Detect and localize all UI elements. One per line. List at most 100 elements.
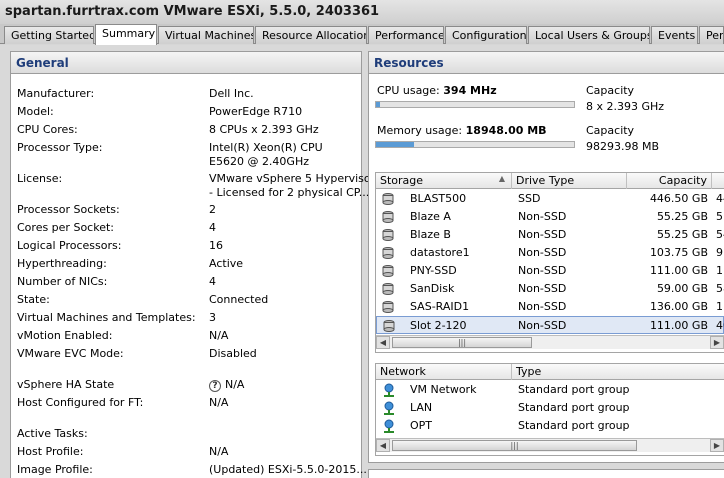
storage-name: datastore1 (410, 246, 470, 259)
tab-local-users-groups[interactable]: Local Users & Groups (528, 26, 650, 44)
datastore-icon (382, 301, 394, 313)
general-label: Processor Type: (17, 141, 103, 154)
tab-resource-allocation[interactable]: Resource Allocation (255, 26, 367, 44)
network-icon (384, 419, 394, 433)
network-name: VM Network (410, 383, 477, 396)
tab-performance[interactable]: Performance (368, 26, 444, 44)
storage-name: Blaze A (410, 210, 451, 223)
cpu-capacity-label: Capacity (586, 84, 635, 97)
storage-drive-type: Non-SSD (518, 228, 567, 241)
general-label: Processor Sockets: (17, 203, 120, 216)
table-row[interactable]: Blaze A Non-SSD 55.25 GB 51 (376, 208, 724, 226)
tab-summary[interactable]: Summary (95, 24, 157, 45)
window-title: spartan.furrtrax.com VMware ESXi, 5.5.0,… (0, 0, 724, 24)
storage-drive-type: Non-SSD (518, 319, 567, 332)
general-label: Host Profile: (17, 445, 84, 458)
general-row-vms-and-templates: Virtual Machines and Templates: 3 (17, 311, 367, 329)
tab-getting-started[interactable]: Getting Started (4, 26, 94, 44)
general-row-evc-mode: VMware EVC Mode: Disabled (17, 347, 367, 365)
list-item[interactable]: VM Network Standard port group (376, 381, 724, 399)
cpu-usage-value: 394 MHz (443, 84, 497, 97)
general-row-ha-state: vSphere HA State ? N/A (17, 378, 367, 396)
general-label: Logical Processors: (17, 239, 122, 252)
general-row-logical-processors: Logical Processors: 16 (17, 239, 367, 257)
resources-panel: Resources CPU usage: 394 MHz Capacity 8 … (368, 51, 724, 463)
memory-usage-meter (375, 141, 575, 148)
storage-free: 51 (716, 210, 724, 223)
datastore-icon (382, 229, 394, 241)
general-row-processor-type: Processor Type: Intel(R) Xeon(R) CPU E56… (17, 141, 367, 171)
table-row[interactable]: Blaze B Non-SSD 55.25 GB 54 (376, 226, 724, 244)
general-row-manufacturer: Manufacturer: Dell Inc. (17, 87, 367, 105)
tab-permissions[interactable]: Perm (699, 26, 724, 44)
storage-free: 445 (716, 192, 724, 205)
general-row-hyperthreading: Hyperthreading: Active (17, 257, 367, 275)
storage-drive-type: SSD (518, 192, 541, 205)
scroll-left-icon[interactable]: ◀ (376, 439, 390, 452)
table-row[interactable]: datastore1 Non-SSD 103.75 GB 91 (376, 244, 724, 262)
memory-usage-meter-fill (376, 142, 414, 147)
general-value: Intel(R) Xeon(R) CPU (209, 141, 323, 154)
drive-type-column-header[interactable]: Drive Type (512, 173, 627, 189)
general-value-line2: - Licensed for 2 physical CP... (209, 186, 369, 199)
network-horizontal-scrollbar[interactable]: ◀ ||| ▶ (376, 438, 724, 452)
storage-capacity: 111.00 GB (649, 319, 708, 332)
scrollbar-thumb[interactable]: ||| (392, 337, 532, 348)
general-label: Active Tasks: (17, 427, 88, 440)
network-table-header: Network Type (376, 364, 724, 380)
storage-free: 54 (716, 228, 724, 241)
storage-name: SAS-RAID1 (410, 300, 470, 313)
general-value: 4 (209, 275, 216, 288)
general-label: Model: (17, 105, 54, 118)
general-label: Hyperthreading: (17, 257, 107, 270)
storage-table-header: Storage ▲ Drive Type Capacity (376, 173, 724, 189)
table-row[interactable]: SAS-RAID1 Non-SSD 136.00 GB 118 (376, 298, 724, 316)
network-column-header[interactable]: Network (376, 364, 512, 380)
table-row-selected[interactable]: Slot 2-120 Non-SSD 111.00 GB 40 (376, 316, 724, 334)
tab-events[interactable]: Events (651, 26, 698, 44)
table-row[interactable]: BLAST500 SSD 446.50 GB 445 (376, 190, 724, 208)
general-label: License: (17, 172, 63, 185)
general-row-state: State: Connected (17, 293, 367, 311)
general-panel-title: General (11, 52, 361, 74)
general-value: N/A (225, 378, 245, 391)
storage-free: 118 (716, 300, 724, 313)
help-icon[interactable]: ? (209, 380, 221, 392)
general-label: State: (17, 293, 50, 306)
scroll-left-icon[interactable]: ◀ (376, 336, 390, 349)
storage-column-header[interactable]: Storage ▲ (376, 173, 512, 189)
storage-horizontal-scrollbar[interactable]: ◀ ||| ▶ (376, 335, 724, 349)
list-item[interactable]: OPT Standard port group (376, 417, 724, 435)
list-item[interactable]: LAN Standard port group (376, 399, 724, 417)
network-icon (384, 401, 394, 415)
tab-virtual-machines[interactable]: Virtual Machines (158, 26, 254, 44)
general-row-number-of-nics: Number of NICs: 4 (17, 275, 367, 293)
capacity-column-header[interactable]: Capacity (627, 173, 712, 189)
free-column-header[interactable] (712, 173, 724, 189)
storage-capacity: 55.25 GB (656, 210, 708, 223)
scrollbar-thumb[interactable]: ||| (392, 440, 637, 451)
storage-capacity: 446.50 GB (649, 192, 708, 205)
general-row-license: License: VMware vSphere 5 Hypervisor - L… (17, 172, 369, 202)
storage-free: 40 (716, 319, 724, 332)
storage-free: 91 (716, 246, 724, 259)
network-type: Standard port group (518, 419, 630, 432)
general-value: Active (209, 257, 244, 270)
tab-configuration[interactable]: Configuration (445, 26, 527, 44)
general-label: Manufacturer: (17, 87, 95, 100)
general-row-image-profile: Image Profile: (Updated) ESXi-5.5.0-2015… (17, 463, 367, 478)
cpu-usage-meter-fill (376, 102, 380, 107)
general-value: Connected (209, 293, 269, 306)
sort-ascending-icon: ▲ (498, 174, 505, 183)
general-label: Virtual Machines and Templates: (17, 311, 196, 324)
general-value: Dell Inc. (209, 87, 254, 100)
general-value: N/A (209, 396, 229, 409)
table-row[interactable]: SanDisk Non-SSD 59.00 GB 58 (376, 280, 724, 298)
scroll-right-icon[interactable]: ▶ (710, 336, 724, 349)
type-column-header[interactable]: Type (512, 364, 724, 380)
general-panel: General Manufacturer: Dell Inc. Model: P… (10, 51, 369, 478)
scroll-right-icon[interactable]: ▶ (710, 439, 724, 452)
storage-drive-type: Non-SSD (518, 210, 567, 223)
table-row[interactable]: PNY-SSD Non-SSD 111.00 GB 110 (376, 262, 724, 280)
ha-state-value-wrap: ? N/A (209, 378, 369, 392)
